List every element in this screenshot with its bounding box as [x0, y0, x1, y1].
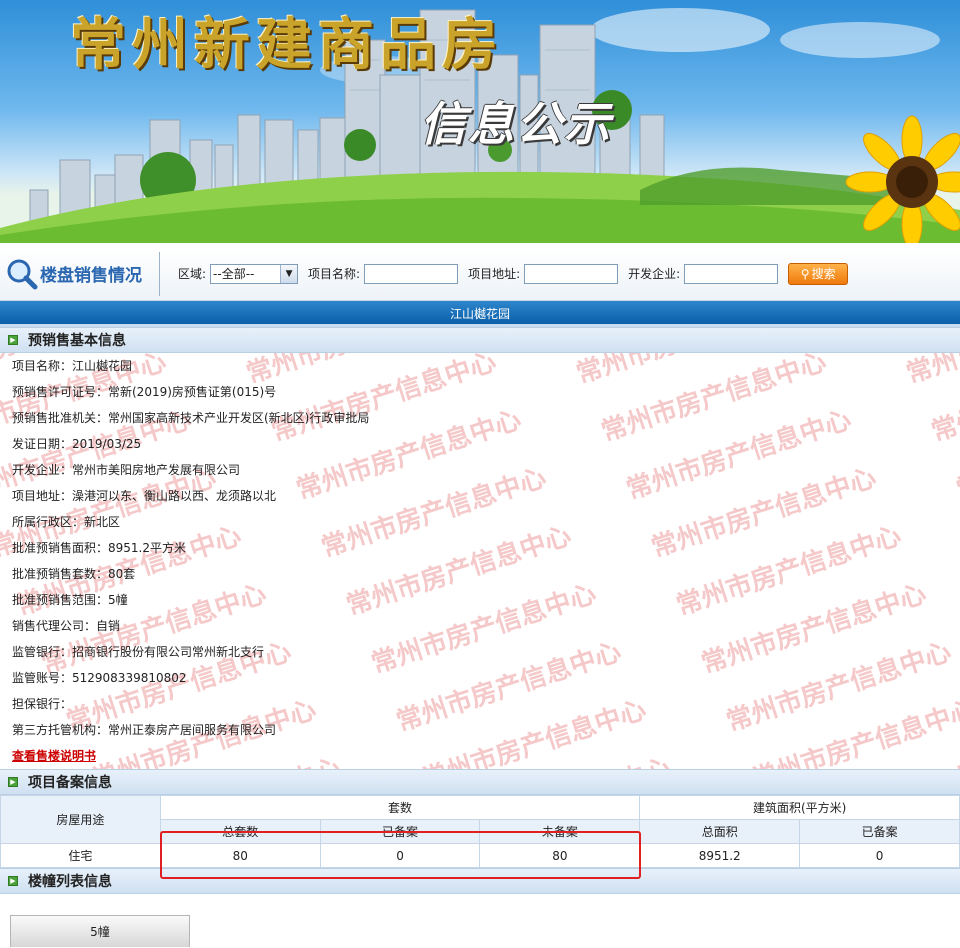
info-escrow-agency: 第三方托管机构：常州正泰房产居间服务有限公司	[12, 723, 277, 737]
district-label: 区域:	[178, 267, 207, 281]
sub-header-filed-units: 已备案	[319, 819, 481, 844]
area-group-header: 建筑面积(平方米)	[639, 795, 960, 820]
project-address-label: 项目地址:	[468, 267, 521, 281]
site-banner: 常州新建商品房 信息公示	[0, 0, 960, 243]
search-section-label: 楼盘销售情况	[40, 266, 142, 286]
developer-label: 开发企业:	[628, 267, 681, 281]
col-usage-header: 房屋用途	[0, 795, 161, 844]
info-approval-authority: 预销售批准机关：常州国家高新技术产业开发区(新北区)行政审批局	[12, 411, 370, 425]
search-bar: 楼盘销售情况 区域: --全部-- ▼ 项目名称: 项目地址: 开发企业: ⚲ …	[0, 243, 960, 301]
info-developer: 开发企业：常州市美阳房地产发展有限公司	[12, 463, 241, 477]
developer-input[interactable]	[684, 263, 779, 284]
info-supervising-bank: 监管银行：招商银行股份有限公司常州新北支行	[12, 645, 265, 659]
district-field: 区域: --全部-- ▼	[178, 263, 299, 284]
info-supervising-account: 监管账号：512908339810802	[12, 671, 187, 685]
developer-field: 开发企业:	[628, 263, 779, 284]
presale-info-list: 项目名称：江山樾花园 预销售许可证号：常新(2019)房预售证第(015)号 预…	[0, 353, 960, 769]
project-name-field: 项目名称:	[308, 263, 459, 284]
cell-unfiled-units: 80	[479, 843, 641, 868]
arrow-bullet-icon: ▶	[8, 777, 18, 787]
sales-brochure-link[interactable]: 查看售楼说明书	[12, 749, 960, 769]
cell-total-area: 8951.2	[639, 843, 801, 868]
table-row: 住宅 80 0 80 8951.2 0	[0, 843, 960, 868]
info-guarantee-bank: 担保银行：	[12, 697, 73, 711]
cell-filed-area: 0	[799, 843, 960, 868]
info-permit-no: 预销售许可证号：常新(2019)房预售证第(015)号	[12, 385, 277, 399]
sub-header-filed-area: 已备案	[799, 819, 960, 844]
project-title-bar: 江山樾花园	[0, 301, 960, 327]
arrow-bullet-icon: ▶	[8, 876, 18, 886]
search-button-label: 搜索	[811, 267, 836, 281]
cell-total-units: 80	[159, 843, 321, 868]
district-select[interactable]: --全部-- ▼	[210, 263, 299, 284]
project-name-label: 项目名称:	[308, 267, 361, 281]
district-selected-value: --全部--	[213, 267, 255, 281]
info-project-name: 项目名称：江山樾花园	[12, 359, 133, 373]
cell-filed-units: 0	[319, 843, 481, 868]
info-district: 所属行政区：新北区	[12, 515, 121, 529]
project-address-input[interactable]	[524, 263, 619, 284]
filing-section-title: 项目备案信息	[28, 775, 112, 791]
presale-info-panel: 常州市房产信息中心 常州市房产信息中心 常州市房产信息中心 常州市房产信息中心 常州市房…	[0, 353, 960, 769]
search-icon: ⚲	[800, 266, 810, 281]
chevron-down-icon[interactable]: ▼	[280, 264, 298, 283]
banner-subtitle: 信息公示	[420, 97, 612, 151]
info-approved-area: 批准预销售面积：8951.2平方米	[12, 541, 186, 555]
sub-header-unfiled-units: 未备案	[479, 819, 641, 844]
info-approved-units: 批准预销售套数：80套	[12, 567, 136, 581]
units-group-header: 套数	[159, 795, 641, 820]
filing-table: 房屋用途 套数 建筑面积(平方米) 总套数 已备案 未备案 总面积 已备案 住宅…	[0, 795, 960, 868]
info-issue-date: 发证日期：2019/03/25	[12, 437, 142, 451]
sub-header-total-units: 总套数	[159, 819, 321, 844]
building-section-title: 楼幢列表信息	[28, 874, 112, 890]
cell-usage: 住宅	[0, 843, 161, 868]
info-approved-scope: 批准预销售范围：5幢	[12, 593, 128, 607]
banner-title: 常州新建商品房	[70, 12, 504, 78]
building-section-header: ▶ 楼幢列表信息	[0, 868, 960, 894]
arrow-bullet-icon: ▶	[8, 335, 18, 345]
filing-section-header: ▶ 项目备案信息	[0, 769, 960, 795]
presale-section-header: ▶ 预销售基本信息	[0, 327, 960, 353]
info-sales-agent: 销售代理公司：自销	[12, 619, 121, 633]
presale-section-title: 预销售基本信息	[28, 333, 126, 349]
building-tab-5[interactable]: 5幢	[10, 915, 190, 947]
project-name-input[interactable]	[364, 263, 459, 284]
sub-header-total-area: 总面积	[639, 819, 801, 844]
search-section-brand: 楼盘销售情况	[0, 251, 160, 296]
project-address-field: 项目地址:	[468, 263, 619, 284]
info-project-address: 项目地址：澡港河以东、衡山路以西、龙须路以北	[12, 489, 277, 503]
search-button[interactable]: ⚲ 搜索	[788, 262, 849, 285]
magnifier-icon	[7, 259, 38, 289]
